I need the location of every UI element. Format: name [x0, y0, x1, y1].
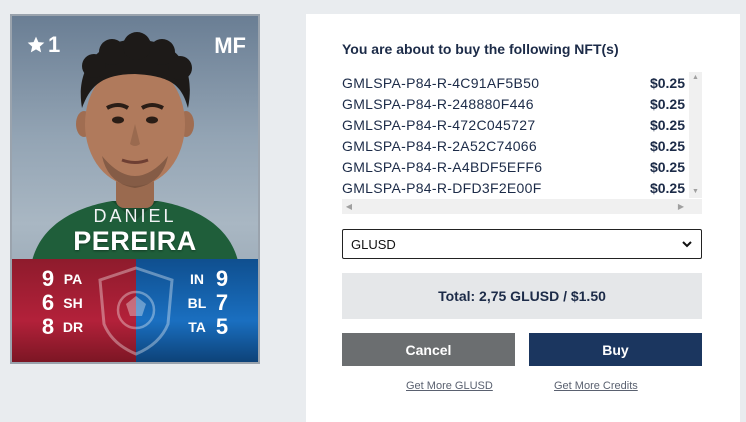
- chevron-down-icon: [682, 241, 692, 248]
- get-more-credits-link[interactable]: Get More Credits: [554, 380, 638, 392]
- stat-label: TA: [188, 319, 206, 335]
- stat-label: DR: [62, 319, 84, 335]
- buy-button[interactable]: Buy: [529, 333, 702, 366]
- nft-id: GMLSPA-P84-R-248880F446: [342, 95, 534, 112]
- stat-label: PA: [63, 271, 83, 287]
- horizontal-scrollbar[interactable]: ◀ ▶: [342, 199, 702, 214]
- stat-value: 6: [41, 290, 55, 315]
- rank-badge: 1: [26, 32, 60, 58]
- currency-select[interactable]: GLUSD: [342, 229, 702, 259]
- vertical-scrollbar[interactable]: ▲ ▼: [689, 72, 702, 198]
- rank-value: 1: [48, 32, 61, 57]
- stat-value: 8: [41, 314, 55, 339]
- nft-id: GMLSPA-P84-R-DFD3F2E00F: [342, 179, 542, 196]
- stat-value: 9: [41, 266, 55, 291]
- player-card: 1 MF DANIEL PEREIRA 9 PA 6 SH 8 DR IN 9 …: [10, 14, 260, 364]
- get-more-glusd-link[interactable]: Get More GLUSD: [406, 380, 493, 392]
- stat-value: 9: [215, 266, 229, 291]
- nft-rows: GMLSPA-P84-R-4C91AF5B50 $0.25 GMLSPA-P84…: [342, 72, 688, 198]
- list-item: GMLSPA-P84-R-DFD3F2E00F $0.25: [342, 177, 688, 198]
- list-item: GMLSPA-P84-R-2A52C74066 $0.25: [342, 135, 688, 156]
- list-item: GMLSPA-P84-R-A4BDF5EFF6 $0.25: [342, 156, 688, 177]
- scroll-right-icon[interactable]: ▶: [674, 199, 688, 214]
- nft-id: GMLSPA-P84-R-4C91AF5B50: [342, 74, 540, 91]
- purchase-panel: You are about to buy the following NFT(s…: [306, 14, 740, 422]
- nft-price: $0.25: [649, 95, 685, 112]
- total-summary: Total: 2,75 GLUSD / $1.50: [342, 273, 702, 319]
- panel-title: You are about to buy the following NFT(s…: [342, 41, 619, 57]
- crest-icon: [98, 266, 174, 356]
- nft-id: GMLSPA-P84-R-472C045727: [342, 116, 536, 133]
- stat-value: 7: [215, 290, 229, 315]
- scroll-up-icon[interactable]: ▲: [689, 72, 702, 84]
- nft-price: $0.25: [649, 74, 685, 91]
- stat-row-in: IN 9: [182, 266, 232, 292]
- stat-row-pa: 9 PA: [38, 266, 88, 292]
- stat-row-dr: 8 DR: [38, 314, 88, 340]
- stat-row-ta: TA 5: [182, 314, 232, 340]
- cancel-button[interactable]: Cancel: [342, 333, 515, 366]
- scroll-left-icon[interactable]: ◀: [342, 199, 356, 214]
- stat-label: SH: [63, 295, 83, 311]
- nft-price: $0.25: [649, 137, 685, 154]
- list-item: GMLSPA-P84-R-472C045727 $0.25: [342, 114, 688, 135]
- currency-selected-value: GLUSD: [351, 236, 396, 252]
- list-item: GMLSPA-P84-R-248880F446 $0.25: [342, 93, 688, 114]
- nft-id: GMLSPA-P84-R-A4BDF5EFF6: [342, 158, 543, 175]
- nft-price: $0.25: [649, 179, 685, 196]
- player-first-name: DANIEL: [93, 206, 177, 226]
- stat-label: IN: [190, 271, 204, 287]
- star-icon: [27, 36, 45, 53]
- player-card-body: 1 MF DANIEL PEREIRA 9 PA 6 SH 8 DR IN 9 …: [12, 16, 258, 362]
- total-text: Total: 2,75 GLUSD / $1.50: [438, 288, 606, 304]
- nft-price: $0.25: [649, 158, 685, 175]
- player-position: MF: [214, 33, 246, 58]
- nft-list[interactable]: GMLSPA-P84-R-4C91AF5B50 $0.25 GMLSPA-P84…: [342, 72, 702, 214]
- stat-value: 5: [215, 314, 229, 339]
- nft-price: $0.25: [649, 116, 685, 133]
- stat-row-sh: 6 SH: [38, 290, 88, 316]
- player-last-name: PEREIRA: [73, 226, 197, 256]
- scroll-down-icon[interactable]: ▼: [689, 186, 702, 198]
- nft-id: GMLSPA-P84-R-2A52C74066: [342, 137, 537, 154]
- list-item: GMLSPA-P84-R-4C91AF5B50 $0.25: [342, 72, 688, 93]
- stat-label: BL: [187, 295, 207, 311]
- stat-row-bl: BL 7: [182, 290, 232, 316]
